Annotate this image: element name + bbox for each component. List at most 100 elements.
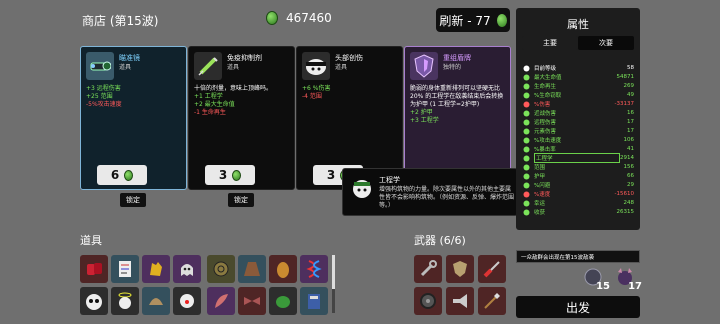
spiky-enemy-icon: 15 <box>582 266 610 292</box>
ghost-icon[interactable] <box>173 255 201 283</box>
stat-label: 生命再生 <box>534 84 557 90</box>
scope-icon <box>86 52 114 80</box>
price-value: 6 <box>110 168 120 182</box>
refresh-button[interactable]: 刷新 - 77 <box>436 8 510 32</box>
card-stats: +6 %伤害 -4 范围 <box>302 85 400 101</box>
wheel-icon[interactable] <box>414 287 442 315</box>
spear-icon[interactable] <box>478 287 506 315</box>
cloak-icon[interactable] <box>238 255 266 283</box>
panda-icon[interactable] <box>80 287 108 315</box>
stat-line: +2 护甲 <box>410 109 433 116</box>
stat-line: +1 工程学 <box>194 93 223 100</box>
stat-row[interactable]: 目前等级 58 <box>522 64 634 72</box>
shop-card-scope[interactable]: 瞄准镜 道具 +3 远程伤害 +25 范围 -5%攻击速度 6 <box>80 46 187 190</box>
stat-row[interactable]: %伤害 -33137 <box>522 100 634 108</box>
shield-weapon-icon[interactable] <box>446 255 474 283</box>
stat-row[interactable]: %闪避 29 <box>522 181 634 189</box>
stat-value: 26315 <box>616 209 635 215</box>
speed-icon <box>522 191 530 198</box>
angel-icon[interactable] <box>111 287 139 315</box>
lock-button[interactable]: 锁定 <box>120 193 146 207</box>
tooltip-description: 增强构筑物的力量。除次要属性以外的其他主要属性皆不会影响构筑物。（例如资源、反弹… <box>379 186 515 209</box>
stat-value: -33137 <box>614 101 634 107</box>
stat-line: 十倍的剂量，意味上顶峰吗。 <box>194 85 273 92</box>
stat-row[interactable]: 护甲 66 <box>522 172 634 180</box>
stat-row[interactable]: 最大生命值 54871 <box>522 73 634 81</box>
refresh-label: 刷新 - 77 <box>439 13 491 28</box>
stat-value: 2914 <box>620 155 634 161</box>
bowtie-icon[interactable] <box>238 287 266 315</box>
turtle-icon[interactable] <box>269 287 297 315</box>
shop-card-immunosuppressant[interactable]: 免疫抑制剂 道具 十倍的剂量，意味上顶峰吗。 +1 工程学 +2 最大生命值 -… <box>188 46 295 190</box>
stat-line: +25 范围 <box>86 93 113 100</box>
card-type: 独特的 <box>443 64 462 71</box>
stat-label: 最大生命值 <box>534 75 562 81</box>
shop-title: 商店 (第15波) <box>82 14 159 28</box>
stat-line: +3 工程学 <box>410 117 439 124</box>
tab-secondary[interactable]: 次要 <box>578 36 634 50</box>
enemy-count: 17 <box>628 281 642 292</box>
stat-value: 49 <box>627 92 634 98</box>
go-button[interactable]: 出发 <box>516 296 640 318</box>
stat-row[interactable]: %速度 -15610 <box>522 190 634 198</box>
clown-icon[interactable] <box>173 287 201 315</box>
wrench-icon[interactable] <box>414 255 442 283</box>
stat-value: 41 <box>627 146 634 152</box>
feather-icon[interactable] <box>207 287 235 315</box>
card-stats: 十倍的剂量，意味上顶峰吗。 +1 工程学 +2 最大生命值 -1 生命再生 <box>194 85 292 117</box>
stat-label: 幸运 <box>534 201 546 207</box>
stat-value: 156 <box>623 164 635 170</box>
megaphone-icon[interactable] <box>446 287 474 315</box>
stat-row[interactable]: 近战伤害 16 <box>522 109 634 117</box>
snail-icon[interactable] <box>207 255 235 283</box>
stat-row[interactable]: 生命再生 269 <box>522 82 634 90</box>
stat-row[interactable]: %暴击率 41 <box>522 145 634 153</box>
stat-row[interactable]: 远程伤害 17 <box>522 118 634 126</box>
stat-label: 元素伤害 <box>534 129 557 135</box>
stats-panel-title: 属性 <box>567 18 589 31</box>
helmet-icon[interactable] <box>142 287 170 315</box>
card-type: 道具 <box>335 64 348 71</box>
regen-icon <box>522 83 530 90</box>
tab-primary[interactable]: 主要 <box>522 36 578 50</box>
range-icon <box>522 164 530 171</box>
stat-row[interactable]: 幸运 248 <box>522 199 634 207</box>
harvest-icon <box>522 209 530 216</box>
stat-line: +6 %伤害 <box>302 85 331 92</box>
price-value: 3 <box>326 168 336 182</box>
material-gem-icon <box>266 11 278 25</box>
document-icon[interactable] <box>111 255 139 283</box>
materials-counter: 467460 <box>266 11 332 25</box>
stat-label: 范围 <box>534 165 546 171</box>
potato-icon[interactable] <box>269 255 297 283</box>
stat-line: +3 远程伤害 <box>86 85 121 92</box>
melee-icon <box>522 110 530 117</box>
luck-icon <box>522 200 530 207</box>
stat-row[interactable]: 工程学 2914 <box>522 153 634 163</box>
items-scrollbar[interactable] <box>332 255 335 313</box>
book-icon[interactable] <box>300 287 328 315</box>
dna-icon[interactable] <box>300 255 328 283</box>
stat-row[interactable]: %攻击速度 106 <box>522 136 634 144</box>
buy-button[interactable]: 6 <box>97 165 147 185</box>
stat-row[interactable]: 收获 26315 <box>522 208 634 216</box>
engineer-face-icon <box>351 177 373 199</box>
material-gem-icon <box>124 169 134 181</box>
engineering-icon <box>522 155 530 162</box>
buy-button[interactable]: 3 <box>205 165 255 185</box>
stat-row[interactable]: 元素伤害 17 <box>522 127 634 135</box>
stat-value: 29 <box>627 182 634 188</box>
syringe-icon <box>194 52 222 80</box>
screwdriver-icon[interactable] <box>478 255 506 283</box>
enemy-count: 15 <box>596 281 610 292</box>
stat-line: -1 生命再生 <box>194 109 226 116</box>
materials-amount: 467460 <box>286 11 332 25</box>
lock-button[interactable]: 锁定 <box>228 193 254 207</box>
stat-row[interactable]: %生命窃取 49 <box>522 91 634 99</box>
stat-row[interactable]: 范围 156 <box>522 163 634 171</box>
golden-hands-icon[interactable] <box>142 255 170 283</box>
stat-label: 近战伤害 <box>534 111 557 117</box>
stat-label: %闪避 <box>534 183 551 189</box>
red-gloves-icon[interactable] <box>80 255 108 283</box>
stat-label: 远程伤害 <box>534 120 557 126</box>
